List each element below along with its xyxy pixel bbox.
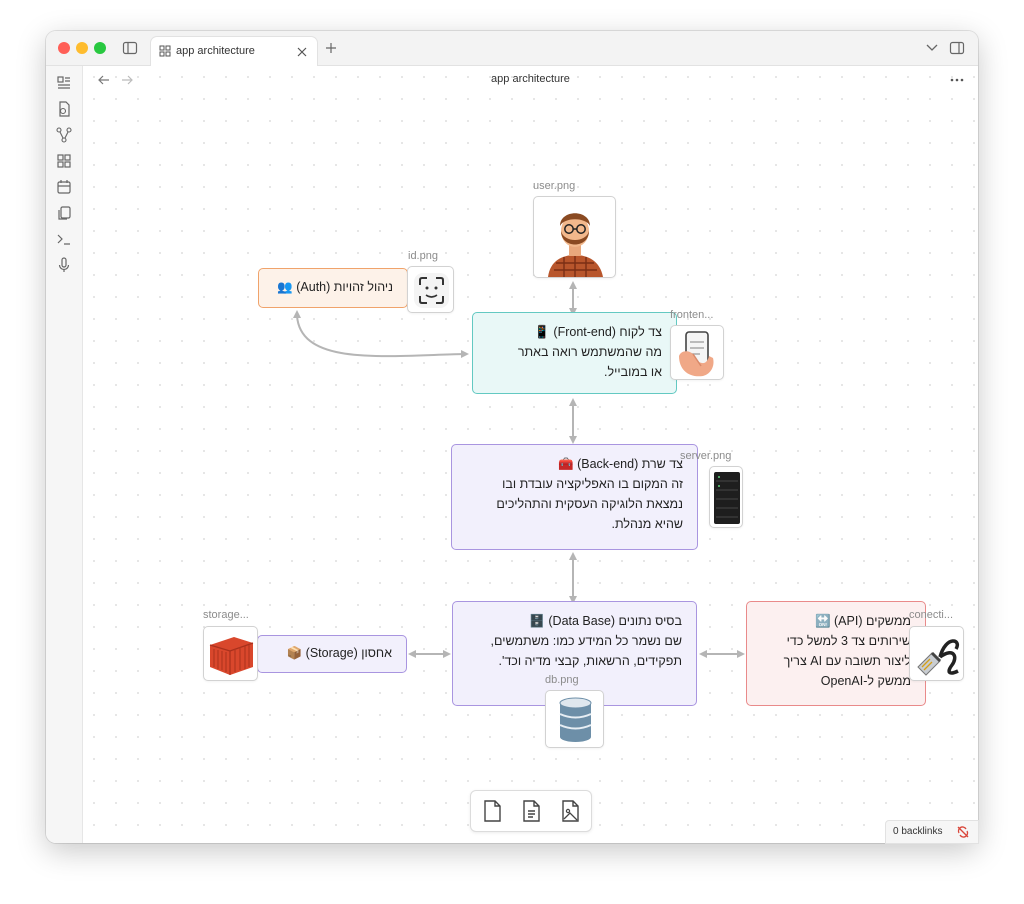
add-media-icon[interactable] (559, 799, 581, 823)
image-label-db: db.png (545, 674, 579, 686)
close-window-button[interactable] (58, 42, 70, 54)
maximize-window-button[interactable] (94, 42, 106, 54)
node-storage-label: אחסון (Storage) 📦 (286, 646, 392, 660)
image-node-user[interactable] (533, 196, 616, 278)
add-file-icon[interactable] (520, 799, 542, 823)
image-node-id[interactable] (407, 266, 454, 313)
image-node-storage[interactable] (203, 626, 258, 681)
terminal-icon[interactable] (55, 230, 73, 248)
node-api-line: ממשק ל-OpenAI (820, 674, 911, 688)
shipping-container-icon (209, 637, 254, 675)
sidebar-toggle-icon[interactable] (122, 40, 138, 56)
face-id-icon (414, 273, 449, 308)
node-frontend[interactable]: צד לקוח (Front-end) 📱 מה שהמשתמש רואה בא… (472, 312, 677, 394)
node-frontend-title: צד לקוח (Front-end) 📱 (534, 325, 662, 339)
database-icon (559, 697, 592, 742)
node-backend-line: שהיא מנהלת. (611, 517, 683, 531)
node-api-line: ליצור תשובה עם AI צריך (783, 654, 911, 668)
backlinks-count[interactable]: 0 backlinks (893, 826, 942, 837)
new-note-icon[interactable] (481, 799, 503, 823)
image-label-storage: storage... (203, 609, 249, 621)
user-avatar-icon (548, 213, 603, 277)
image-label-user: user.png (533, 180, 576, 192)
node-auth-label: ניהול זהויות (Auth) 👥 (277, 280, 393, 294)
tab-app-architecture[interactable]: app architecture (150, 36, 318, 66)
node-auth[interactable]: ניהול זהויות (Auth) 👥 (258, 268, 408, 308)
close-tab-icon[interactable] (297, 47, 307, 57)
node-backend[interactable]: צד שרת (Back-end) 🧰 זה המקום בו האפליקצי… (451, 444, 698, 550)
node-database-title: בסיס נתונים (Data Base) 🗄️ (529, 614, 682, 628)
node-frontend-line: מה שהמשתמש רואה באתר (517, 345, 662, 359)
node-storage[interactable]: אחסון (Storage) 📦 (257, 635, 407, 673)
image-node-server[interactable] (709, 466, 743, 528)
new-tab-icon[interactable] (325, 42, 337, 54)
image-label-id: id.png (408, 250, 438, 262)
image-node-frontend[interactable] (670, 325, 724, 380)
node-backend-title: צד שרת (Back-end) 🧰 (558, 457, 683, 471)
canvas-view[interactable]: app architecture ניהול זהויות (Auth) 👥 צ… (83, 66, 978, 843)
title-bar: app architecture (46, 31, 978, 66)
phone-hand-icon (679, 331, 714, 377)
tab-title: app architecture (176, 45, 255, 57)
image-label-server: server.png (680, 450, 732, 462)
graph-icon[interactable] (55, 126, 73, 144)
bottom-toolbar (470, 790, 592, 832)
copy-icon[interactable] (55, 204, 73, 222)
edge-auth-frontend (296, 315, 464, 358)
node-database-line: שם נשמר כל המידע כמו: משתמשים, (490, 634, 683, 648)
image-label-frontend: fronten... (670, 309, 714, 321)
app-window: app architecture app architecture ניהול … (46, 31, 978, 843)
canvas-icon (159, 45, 171, 57)
node-database-line: תפקידים, הרשאות, קבצי מדיה וכד'. (498, 654, 682, 668)
grid-icon[interactable] (55, 152, 73, 170)
status-bar: 0 backlinks (885, 820, 979, 844)
server-icon (714, 472, 740, 524)
node-api[interactable]: ממשקים (API) 🔛 שירותים צד 3 למשל כדי ליצ… (746, 601, 926, 706)
right-sidebar-toggle-icon[interactable] (949, 40, 965, 56)
image-node-db[interactable] (545, 690, 604, 748)
image-label-connection: conecti... (909, 609, 954, 621)
calendar-icon[interactable] (55, 178, 73, 196)
chevron-down-icon[interactable] (926, 43, 938, 53)
left-ribbon (46, 66, 83, 843)
node-backend-line: נמצאת הלוגיקה העסקית והתהליכים (496, 497, 683, 511)
node-frontend-line: או במובייל. (604, 365, 662, 379)
microphone-icon[interactable] (55, 256, 73, 274)
dashboard-icon[interactable] (55, 74, 73, 92)
ethernet-cable-icon (917, 639, 960, 676)
minimize-window-button[interactable] (76, 42, 88, 54)
node-backend-line: זה המקום בו האפליקציה עובדת ובו (502, 477, 683, 491)
node-api-line: שירותים צד 3 למשל כדי (786, 634, 911, 648)
node-api-title: ממשקים (API) 🔛 (814, 614, 911, 628)
file-plus-icon[interactable] (55, 100, 73, 118)
sync-status-icon[interactable] (956, 825, 970, 839)
image-node-connection[interactable] (909, 626, 964, 681)
